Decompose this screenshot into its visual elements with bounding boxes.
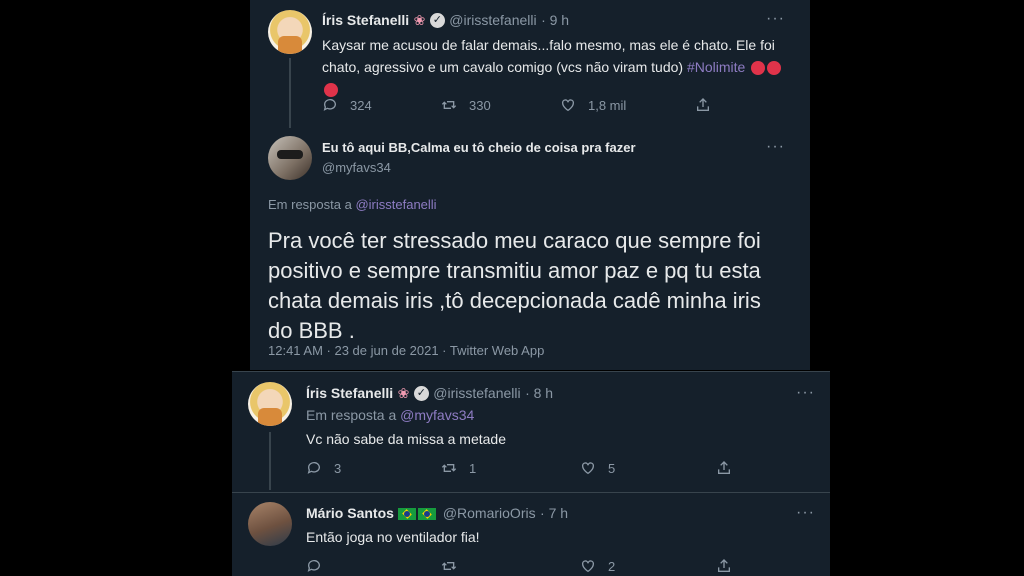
tweet-text: Pra você ter stressado meu caraco que se…: [268, 228, 761, 343]
thread-line: [269, 432, 271, 490]
reply-count: 3: [334, 460, 342, 476]
retweet-icon: [441, 101, 457, 109]
more-icon[interactable]: ···: [796, 504, 815, 522]
flower-icon: ❀: [413, 12, 426, 29]
share-icon: [718, 461, 730, 474]
retweet-icon: [441, 562, 457, 570]
tweet-header: Íris Stefanelli ❀ ✓ @irisstefanelli · 9 …: [322, 12, 569, 30]
avatar[interactable]: [248, 382, 292, 426]
reply-button[interactable]: [306, 558, 322, 574]
angry-emoji-icon: [767, 61, 782, 76]
divider: [232, 371, 830, 372]
heart-icon: [582, 560, 594, 573]
avatar[interactable]: [268, 10, 312, 54]
more-icon[interactable]: ···: [766, 10, 785, 28]
share-button[interactable]: [716, 460, 732, 476]
retweet-button[interactable]: 1: [441, 460, 476, 476]
tweet-time[interactable]: · 9 h: [541, 12, 569, 28]
angry-emoji-icon: [751, 61, 766, 76]
verified-icon: ✓: [429, 13, 445, 29]
like-count: 5: [608, 460, 616, 476]
reply-prefix: Em resposta a: [306, 407, 397, 423]
like-count: 2: [608, 558, 616, 574]
tweet-header: Íris Stefanelli ❀ ✓ @irisstefanelli · 8 …: [306, 385, 553, 403]
author-name[interactable]: Íris Stefanelli: [306, 385, 393, 401]
reply-button[interactable]: 324: [322, 97, 372, 113]
reply-to-link[interactable]: @irisstefanelli: [355, 197, 436, 212]
reply-icon: [323, 99, 336, 111]
share-icon: [718, 559, 730, 572]
author-handle[interactable]: @RomarioOris: [443, 505, 536, 521]
reply-context: Em resposta a @myfavs34: [306, 407, 474, 423]
tweet-meta[interactable]: 12:41 AM · 23 de jun de 2021 · Twitter W…: [268, 343, 544, 358]
more-icon[interactable]: ···: [796, 384, 815, 402]
tweet-text: Vc não sabe da missa a metade: [306, 431, 507, 447]
author-handle[interactable]: @myfavs34: [322, 160, 391, 175]
more-icon[interactable]: ···: [766, 138, 785, 156]
reply-to-link[interactable]: @myfavs34: [400, 407, 474, 423]
like-button[interactable]: 1,8 mil: [560, 97, 626, 113]
retweet-button[interactable]: [441, 558, 457, 574]
reply-icon: [307, 560, 320, 572]
heart-icon: [582, 462, 594, 475]
retweet-button[interactable]: 330: [441, 97, 491, 113]
avatar[interactable]: [248, 502, 292, 546]
tweet-text: Kaysar me acusou de falar demais...falo …: [322, 34, 792, 100]
brazil-flag-icon: [398, 507, 417, 520]
reply-prefix: Em resposta a: [268, 197, 352, 212]
angry-emoji-icon: [324, 83, 338, 98]
retweet-count: 330: [469, 97, 491, 113]
share-button[interactable]: [716, 558, 732, 574]
author-handle[interactable]: @irisstefanelli: [449, 12, 536, 28]
reply-count: 324: [350, 97, 372, 113]
heart-icon: [562, 99, 574, 112]
author-name[interactable]: Mário Santos: [306, 505, 394, 521]
share-icon: [697, 98, 709, 111]
flower-icon: ❀: [397, 385, 410, 402]
like-button[interactable]: 2: [580, 558, 615, 574]
thread-line: [289, 58, 291, 128]
brazil-flag-icon: [418, 507, 437, 520]
share-button[interactable]: [695, 97, 711, 113]
retweet-icon: [441, 464, 457, 472]
author-name[interactable]: Íris Stefanelli: [322, 12, 409, 28]
tweet-text: Então joga no ventilador fia!: [306, 529, 480, 545]
author-handle[interactable]: @irisstefanelli: [433, 385, 520, 401]
verified-icon: ✓: [413, 386, 429, 402]
hashtag-link[interactable]: #Nolimite: [687, 59, 745, 75]
like-count: 1,8 mil: [588, 97, 627, 113]
reply-icon: [307, 462, 320, 474]
reply-context: Em resposta a @irisstefanelli: [268, 197, 437, 212]
tweet-time[interactable]: · 8 h: [525, 385, 553, 401]
like-button[interactable]: 5: [580, 460, 615, 476]
retweet-count: 1: [469, 460, 477, 476]
avatar[interactable]: [268, 136, 312, 180]
author-name[interactable]: Eu tô aqui BB,Calma eu tô cheio de coisa…: [322, 140, 636, 155]
divider: [232, 492, 830, 493]
reply-button[interactable]: 3: [306, 460, 341, 476]
tweet-time[interactable]: · 7 h: [540, 505, 568, 521]
tweet-header: Mário Santos @RomarioOris · 7 h: [306, 505, 568, 523]
